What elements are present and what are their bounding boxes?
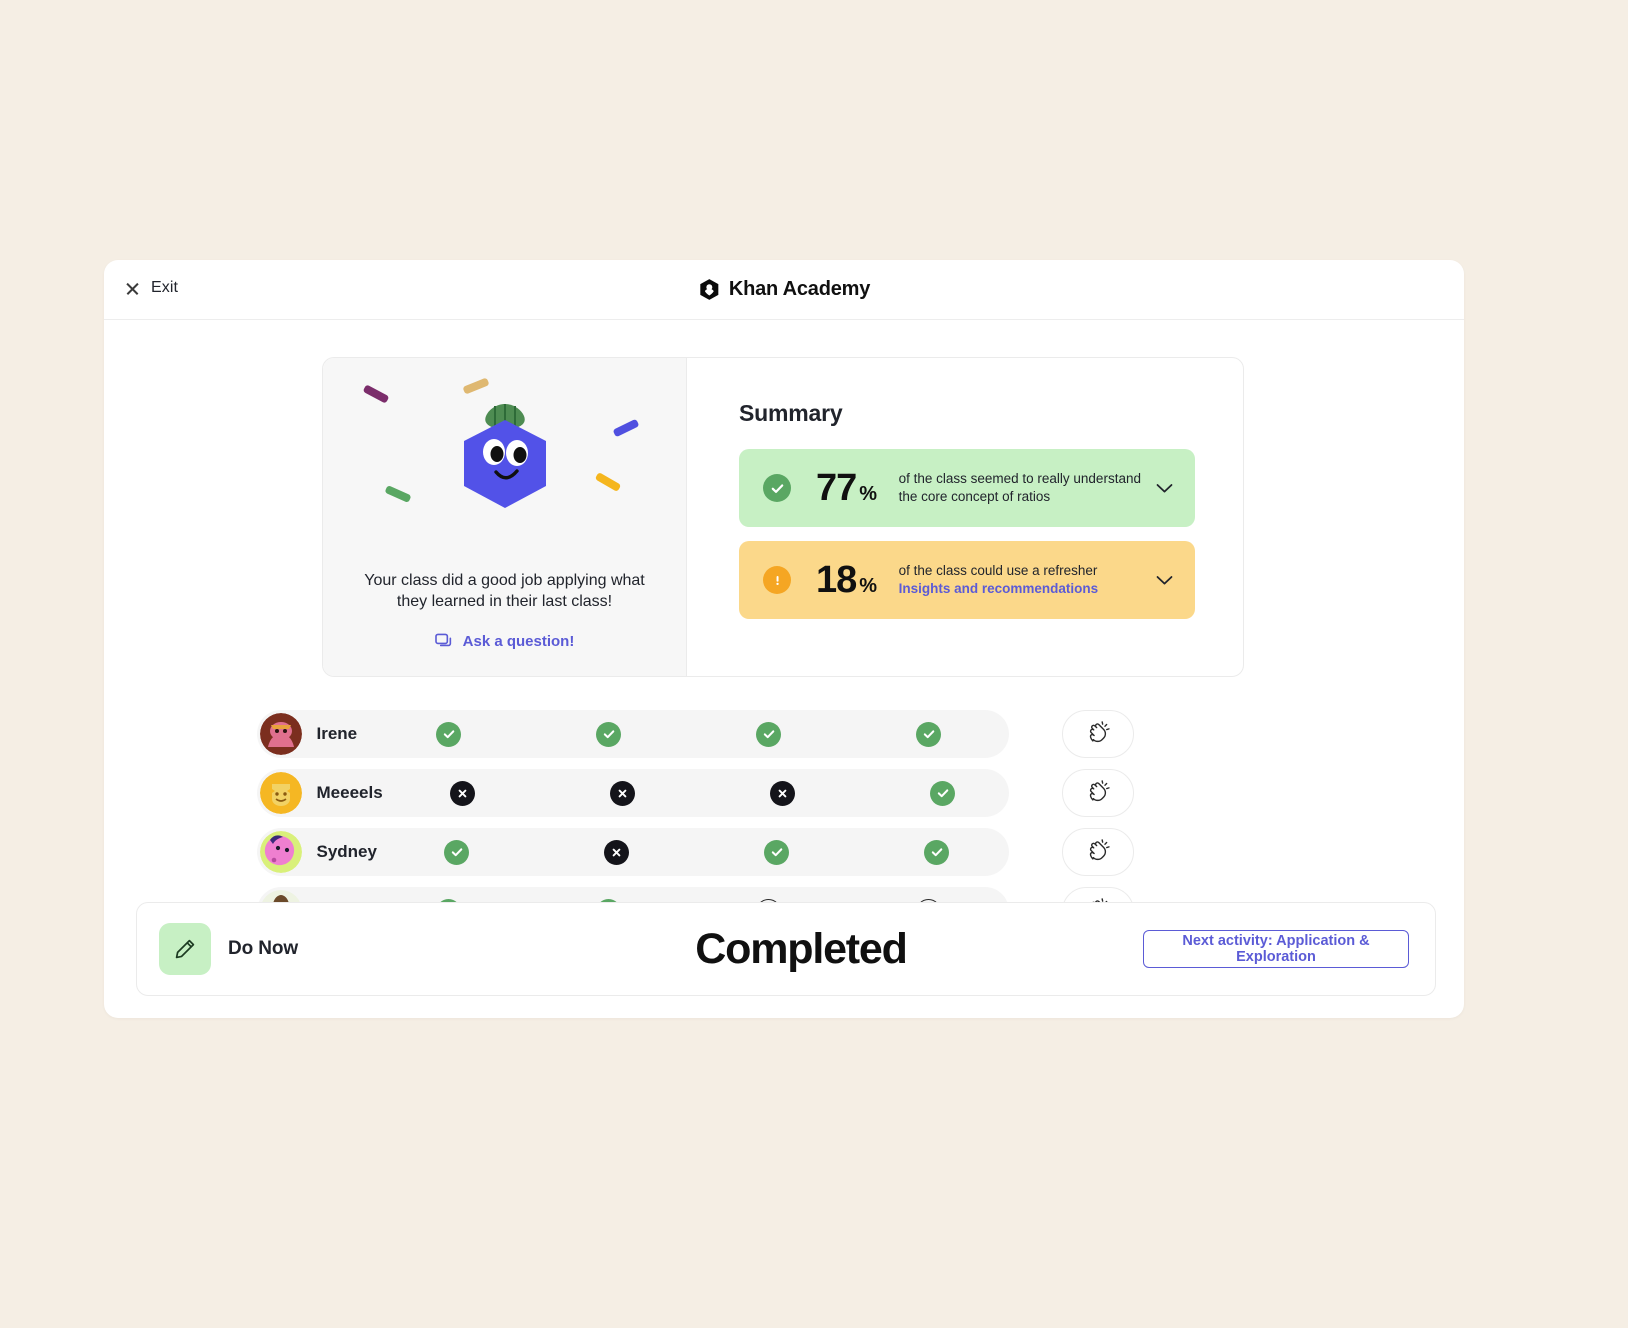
mark-cell bbox=[529, 721, 689, 747]
mark-cell bbox=[863, 780, 1023, 806]
summary-title: Summary bbox=[739, 400, 843, 426]
ask-a-question-label: Ask a question! bbox=[462, 632, 575, 650]
student-name: Sydney bbox=[316, 842, 377, 861]
avatar bbox=[259, 772, 302, 814]
exclamation-circle-icon bbox=[763, 566, 791, 594]
mark-cell bbox=[849, 721, 1009, 747]
mark-correct-icon[interactable] bbox=[444, 839, 470, 865]
celebration-panel: Your class did a good job applying what … bbox=[323, 358, 687, 676]
check-circle-icon bbox=[763, 474, 791, 502]
insights-link[interactable]: Insights and recommendations bbox=[899, 581, 1099, 596]
summary-row-understood[interactable]: 77% of the class seemed to really unders… bbox=[739, 449, 1195, 527]
avatar bbox=[259, 713, 302, 755]
mark-cell bbox=[689, 721, 849, 747]
clap-button[interactable] bbox=[1061, 710, 1134, 758]
mark-wrong-icon[interactable] bbox=[770, 780, 796, 806]
activity-label: Do Now bbox=[228, 938, 299, 959]
mark-cell bbox=[697, 839, 857, 865]
mark-list bbox=[377, 839, 1017, 865]
summary-value-refresher: 18% bbox=[816, 558, 877, 601]
student-name: Irene bbox=[316, 724, 358, 743]
khan-academy-logo-icon bbox=[700, 279, 719, 300]
table-row: Irene bbox=[256, 710, 1312, 758]
mark-cell bbox=[537, 839, 697, 865]
mark-wrong-icon[interactable] bbox=[610, 780, 636, 806]
exit-label: Exit bbox=[151, 279, 179, 296]
current-activity: Do Now bbox=[159, 923, 459, 975]
brand-name: Khan Academy bbox=[728, 278, 871, 300]
top-bar: Exit Khan Academy bbox=[104, 260, 1464, 320]
app-window: Exit Khan Academy Your class did a good … bbox=[104, 260, 1464, 1018]
chevron-down-icon[interactable] bbox=[1156, 483, 1173, 494]
brand: Khan Academy bbox=[698, 278, 870, 301]
mark-correct-icon[interactable] bbox=[436, 721, 461, 747]
summary-row-refresher[interactable]: 18% of the class could use a refresher I… bbox=[739, 541, 1195, 619]
clap-button[interactable] bbox=[1061, 828, 1134, 876]
mark-correct-icon[interactable] bbox=[596, 721, 621, 747]
table-row: Sydney bbox=[256, 828, 1312, 876]
mark-correct-icon[interactable] bbox=[916, 721, 941, 747]
mark-correct-icon[interactable] bbox=[930, 780, 956, 806]
mark-correct-icon[interactable] bbox=[756, 721, 781, 747]
clap-button[interactable] bbox=[1061, 769, 1134, 817]
mark-list bbox=[383, 780, 1023, 806]
student-name: Meeeels bbox=[316, 783, 383, 802]
close-icon bbox=[125, 281, 140, 296]
celebration-message: Your class did a good job applying what … bbox=[364, 572, 645, 611]
table-row: Meeeels bbox=[256, 769, 1312, 817]
bottom-activity-bar: Do Now Completed Next activity: Applicat… bbox=[136, 902, 1436, 996]
mark-cell bbox=[703, 780, 863, 806]
chevron-down-icon[interactable] bbox=[1156, 575, 1173, 586]
pencil-icon bbox=[159, 923, 211, 975]
mark-list bbox=[369, 721, 1009, 747]
confetti-piece bbox=[461, 377, 490, 395]
mark-cell bbox=[377, 839, 537, 865]
avatar bbox=[259, 831, 302, 873]
summary-text-refresher: of the class could use a refresher Insig… bbox=[898, 563, 1099, 596]
mark-cell bbox=[383, 780, 543, 806]
student-pill[interactable]: Irene bbox=[256, 710, 1009, 758]
mark-wrong-icon[interactable] bbox=[450, 780, 476, 806]
chat-bubble-icon bbox=[434, 633, 451, 646]
summary-text-understood: of the class seemed to really understand… bbox=[898, 471, 1141, 504]
blue-hexagon-mascot-icon bbox=[463, 404, 546, 508]
mascot-illustration bbox=[323, 374, 687, 564]
summary-value-understood: 77% bbox=[816, 466, 877, 509]
exit-button[interactable]: Exit bbox=[121, 277, 182, 299]
summary-panel: Summary 77% of the class seemed to reall… bbox=[687, 358, 1243, 676]
confetti-piece bbox=[594, 472, 621, 492]
next-activity-button[interactable]: Next activity: Application & Exploration bbox=[1143, 930, 1409, 968]
confetti-piece bbox=[612, 418, 639, 438]
mark-cell bbox=[857, 839, 1017, 865]
ask-a-question-button[interactable]: Ask a question! bbox=[434, 632, 575, 650]
mark-wrong-icon[interactable] bbox=[604, 839, 630, 865]
confetti-piece bbox=[383, 485, 412, 503]
activity-status: Completed bbox=[695, 924, 908, 973]
student-pill[interactable]: Meeeels bbox=[256, 769, 1009, 817]
mark-cell bbox=[369, 721, 529, 747]
confetti-piece bbox=[362, 384, 389, 404]
mark-correct-icon[interactable] bbox=[764, 839, 790, 865]
summary-card: Your class did a good job applying what … bbox=[322, 357, 1244, 677]
mark-cell bbox=[543, 780, 703, 806]
mark-correct-icon[interactable] bbox=[924, 839, 950, 865]
student-pill[interactable]: Sydney bbox=[256, 828, 1009, 876]
